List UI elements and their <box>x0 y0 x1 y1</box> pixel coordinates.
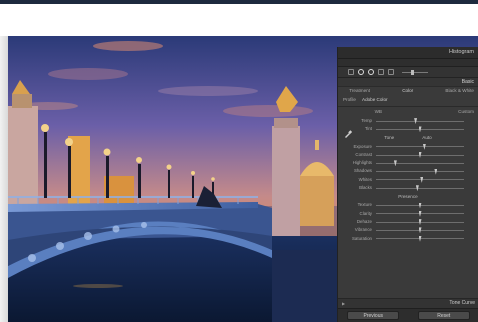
previous-button[interactable]: Previous <box>347 311 400 320</box>
tone-curve-header[interactable]: ▶ Tone Curve <box>338 298 478 308</box>
histogram-header[interactable]: Histogram <box>338 47 478 59</box>
spot-removal-icon[interactable] <box>358 69 364 75</box>
slider-row: Temp <box>338 117 478 125</box>
slider-label: Clarity <box>359 210 372 216</box>
slider-row: Tint <box>338 125 478 133</box>
slider-knob[interactable] <box>418 202 422 209</box>
treatment-row: Treatment Color Black & White <box>338 87 478 96</box>
slider-track[interactable] <box>376 143 464 150</box>
slider-knob[interactable] <box>415 185 419 192</box>
slider-label: Contrast <box>355 151 372 157</box>
slider-track[interactable] <box>376 126 464 133</box>
profile-label: Profile <box>342 97 356 103</box>
slider-row: Texture <box>338 201 478 209</box>
wb-sliders: Temp Tint <box>338 117 478 134</box>
wb-dropdown[interactable]: Custom <box>458 110 474 115</box>
slider-track[interactable] <box>376 152 464 159</box>
presence-subhead-row: Presence <box>338 192 478 201</box>
collapse-triangle-icon: ▶ <box>342 300 346 306</box>
slider-row: Clarity <box>338 210 478 218</box>
wb-row: WB Custom <box>338 108 478 117</box>
tone-subhead: Tone <box>384 134 395 140</box>
treatment-color-option[interactable]: Color <box>402 89 413 94</box>
slider-track[interactable] <box>376 176 464 183</box>
tone-auto-button[interactable]: Auto <box>422 135 431 141</box>
divider <box>338 106 478 107</box>
slider-track[interactable] <box>376 160 464 167</box>
slider-track[interactable] <box>376 227 464 234</box>
tone-curve-title: Tone Curve <box>449 300 475 306</box>
tool-strip <box>338 67 478 78</box>
slider-label: Whites <box>358 176 372 182</box>
slider-label: Exposure <box>353 143 372 149</box>
screenshot-frame: Histogram Basic Treatment Color Black & … <box>8 36 478 322</box>
graduated-filter-icon[interactable] <box>378 69 384 75</box>
tone-subhead-row: Tone Auto <box>338 134 478 143</box>
slider-knob[interactable] <box>420 176 424 183</box>
slider-knob[interactable] <box>418 235 422 242</box>
slider-knob[interactable] <box>418 227 422 234</box>
slider-knob[interactable] <box>418 219 422 226</box>
slider-label: Dehaze <box>356 218 372 224</box>
slider-track[interactable] <box>376 202 464 209</box>
slider-track[interactable] <box>376 210 464 217</box>
histogram-title: Histogram <box>448 48 474 55</box>
slider-row: Highlights <box>338 159 478 167</box>
slider-label: Saturation <box>351 235 372 241</box>
slider-label: Texture <box>357 202 372 208</box>
slider-row: Whites <box>338 176 478 184</box>
slider-knob[interactable] <box>418 126 422 133</box>
basic-section-header[interactable]: Basic <box>338 78 478 87</box>
slider-row: Dehaze <box>338 218 478 226</box>
presence-sliders: Texture Clarity Dehaze Vibrance Saturation <box>338 201 478 242</box>
slider-label: Shadows <box>353 168 372 174</box>
reset-button[interactable]: Reset <box>417 311 470 320</box>
slider-label: Highlights <box>352 160 372 166</box>
slider-row: Blacks <box>338 184 478 192</box>
slider-knob[interactable] <box>418 210 422 217</box>
panel-footer: Previous Reset <box>338 308 478 322</box>
slider-label: Vibrance <box>354 227 372 233</box>
profile-dropdown[interactable]: Adobe Color <box>362 98 388 103</box>
slider-row: Vibrance <box>338 226 478 234</box>
radial-filter-icon[interactable] <box>388 69 394 75</box>
slider-knob[interactable] <box>434 168 438 175</box>
presence-subhead: Presence <box>398 193 418 199</box>
page-edge <box>0 36 8 322</box>
treatment-label: Treatment <box>349 88 370 94</box>
slider-track[interactable] <box>376 235 464 242</box>
tone-sliders: Exposure Contrast Highlights Shadows Whites B… <box>338 143 478 193</box>
slider-knob[interactable] <box>418 152 422 159</box>
crop-tool-icon[interactable] <box>348 69 354 75</box>
slider-row: Shadows <box>338 167 478 175</box>
top-band <box>0 0 478 4</box>
slider-track[interactable] <box>376 118 464 125</box>
tool-size-slider[interactable] <box>402 69 428 75</box>
slider-row: Contrast <box>338 151 478 159</box>
eyedropper-icon[interactable] <box>344 130 352 138</box>
profile-row: Profile Adobe Color <box>338 96 478 105</box>
histogram-area <box>338 59 478 67</box>
slider-knob[interactable] <box>393 160 397 167</box>
slider-knob[interactable] <box>422 143 426 150</box>
treatment-bw-option[interactable]: Black & White <box>445 89 474 94</box>
slider-knob[interactable] <box>414 118 418 125</box>
wb-label: WB <box>374 109 382 115</box>
basic-section-title: Basic <box>461 78 474 85</box>
slider-row: Saturation <box>338 235 478 243</box>
slider-label: Temp <box>361 117 372 123</box>
slider-track[interactable] <box>376 219 464 226</box>
slider-track[interactable] <box>376 168 464 175</box>
slider-track[interactable] <box>376 185 464 192</box>
slider-row: Exposure <box>338 143 478 151</box>
slider-label: Blacks <box>359 185 372 191</box>
develop-panel: Histogram Basic Treatment Color Black & … <box>337 47 478 322</box>
red-eye-icon[interactable] <box>368 69 374 75</box>
